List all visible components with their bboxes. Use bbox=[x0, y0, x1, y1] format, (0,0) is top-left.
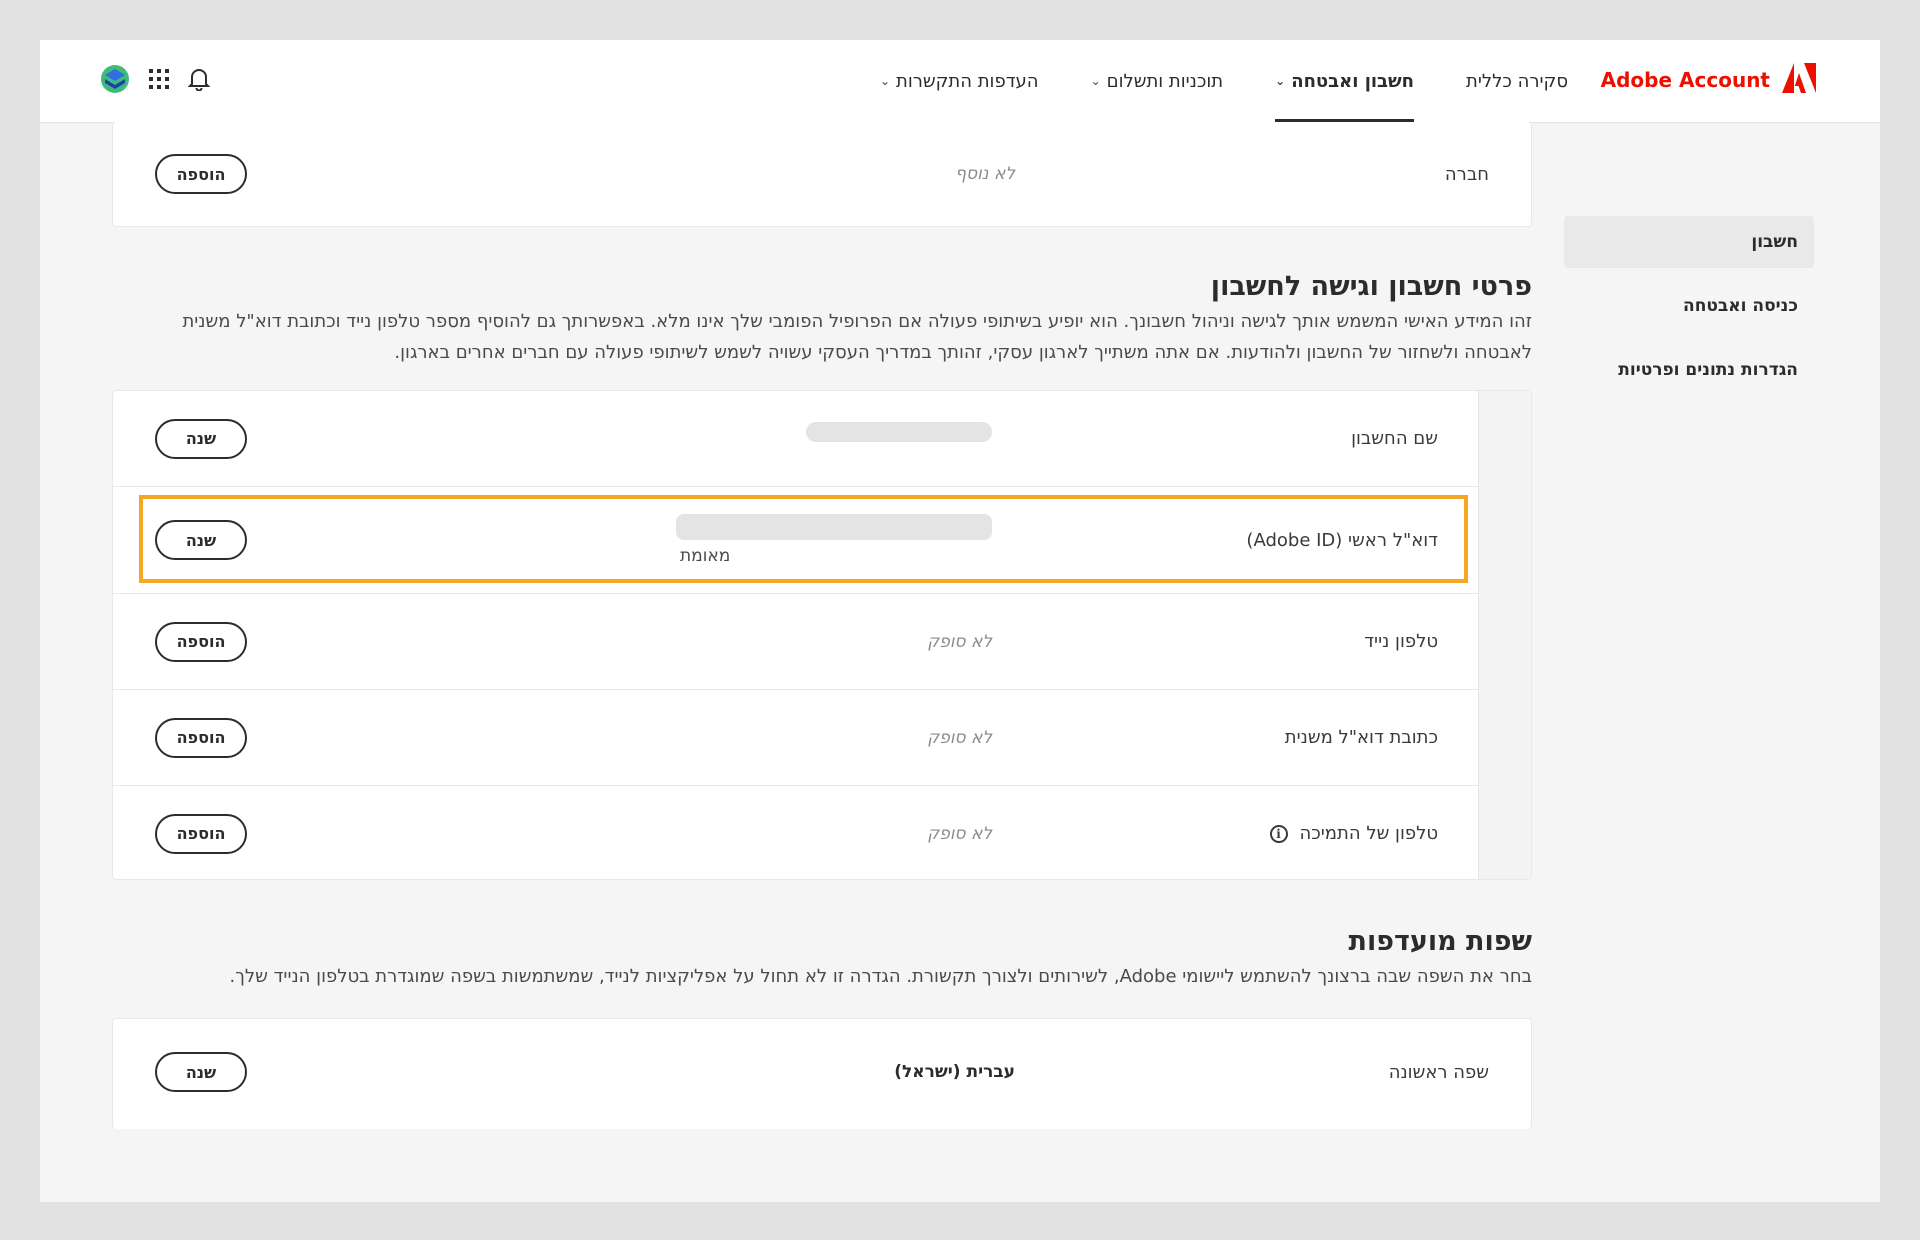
row-label: טלפון נייד bbox=[1364, 594, 1438, 689]
support-phone-row: טלפון של התמיכה i לא סופק הוספה bbox=[113, 786, 1480, 881]
row-value: לא סופק bbox=[927, 594, 992, 689]
header-icons bbox=[100, 64, 211, 98]
avatar[interactable] bbox=[100, 64, 130, 98]
account-name-row: שם החשבון שנה bbox=[113, 391, 1480, 487]
redacted-account-name bbox=[806, 421, 992, 442]
account-details-card: שם החשבון שנה דוא"ל ראשי (Adobe ID) מאומ… bbox=[112, 390, 1532, 880]
top-navigation-bar: Adobe Account סקירה כללית חשבון ואבטחה ⌄… bbox=[40, 40, 1880, 123]
change-language-button[interactable]: שנה bbox=[155, 1052, 247, 1092]
card-scroll-gutter bbox=[1478, 391, 1531, 879]
sidebar: חשבון כניסה ואבטחה הגדרות נתונים ופרטיות bbox=[1564, 216, 1814, 408]
sidebar-item-data-privacy[interactable]: הגדרות נתונים ופרטיות bbox=[1564, 344, 1814, 396]
language-card: שפה ראשונה עברית (ישראל) שנה bbox=[112, 1018, 1532, 1129]
adobe-logo-icon bbox=[1782, 63, 1816, 97]
adobe-account-logo[interactable]: Adobe Account bbox=[1600, 63, 1816, 97]
support-phone-value: לא סופק bbox=[927, 823, 992, 844]
change-email-button[interactable]: שנה bbox=[155, 520, 247, 560]
company-row: חברה לא נוסף הוספה bbox=[113, 122, 1531, 226]
section-description: זהו המידע האישי המשמש אותך לגישה וניהול … bbox=[182, 311, 1532, 363]
row-value bbox=[806, 391, 992, 486]
nav-label: סקירה כללית bbox=[1466, 70, 1568, 92]
row-value: לא סופק bbox=[927, 786, 992, 881]
secondary-email-label: כתובת דוא"ל משנית bbox=[1284, 727, 1438, 748]
account-section: פרטי חשבון וגישה לחשבון זהו המידע האישי … bbox=[112, 271, 1532, 368]
secondary-email-value: לא סופק bbox=[927, 727, 992, 748]
verified-status: מאומת bbox=[680, 546, 731, 566]
primary-language-value: עברית (ישראל) bbox=[894, 1062, 1015, 1082]
mobile-phone-row: טלפון נייד לא סופק הוספה bbox=[113, 594, 1480, 690]
account-name-label: שם החשבון bbox=[1351, 428, 1438, 449]
chevron-down-icon: ⌄ bbox=[1275, 74, 1286, 88]
brand-name: Adobe Account bbox=[1600, 68, 1770, 92]
primary-email-label: דוא"ל ראשי (Adobe ID) bbox=[1246, 529, 1438, 551]
secondary-email-row: כתובת דוא"ל משנית לא סופק הוספה bbox=[113, 690, 1480, 786]
chevron-down-icon: ⌄ bbox=[1090, 74, 1101, 88]
primary-language-label: שפה ראשונה bbox=[1388, 1061, 1489, 1083]
main-nav: סקירה כללית חשבון ואבטחה ⌄ תוכניות ותשלו… bbox=[880, 40, 1568, 122]
row-value: עברית (ישראל) bbox=[894, 1019, 1015, 1125]
nav-plans-payment[interactable]: תוכניות ותשלום ⌄ bbox=[1091, 40, 1224, 122]
company-card: חברה לא נוסף הוספה bbox=[112, 122, 1532, 227]
nav-label: תוכניות ותשלום bbox=[1106, 70, 1224, 92]
row-label: חברה bbox=[1445, 122, 1489, 226]
section-title: פרטי חשבון וגישה לחשבון bbox=[1210, 271, 1532, 302]
language-section: שפות מועדפות בחר את השפה שבה ברצונך להשת… bbox=[112, 926, 1533, 992]
info-icon[interactable]: i bbox=[1269, 824, 1288, 843]
company-value: לא נוסף bbox=[955, 164, 1015, 184]
sidebar-item-account[interactable]: חשבון bbox=[1564, 216, 1814, 268]
account-rows: שם החשבון שנה דוא"ל ראשי (Adobe ID) מאומ… bbox=[113, 391, 1480, 881]
sidebar-item-label: הגדרות נתונים ופרטיות bbox=[1618, 360, 1798, 380]
add-support-phone-button[interactable]: הוספה bbox=[155, 813, 247, 854]
sidebar-item-signin-security[interactable]: כניסה ואבטחה bbox=[1564, 280, 1814, 332]
add-secondary-email-button[interactable]: הוספה bbox=[155, 717, 247, 758]
nav-label: העדפות התקשרות bbox=[896, 70, 1039, 92]
add-company-button[interactable]: הוספה bbox=[155, 154, 247, 194]
nav-communication-prefs[interactable]: העדפות התקשרות ⌄ bbox=[880, 40, 1039, 122]
nav-account-security[interactable]: חשבון ואבטחה ⌄ bbox=[1275, 40, 1414, 122]
row-value: מאומת bbox=[676, 487, 992, 593]
row-label: שם החשבון bbox=[1351, 391, 1438, 486]
mobile-phone-label: טלפון נייד bbox=[1364, 631, 1438, 652]
row-value: לא נוסף bbox=[955, 122, 1015, 226]
section-title: שפות מועדפות bbox=[1348, 926, 1532, 957]
sidebar-item-label: כניסה ואבטחה bbox=[1683, 296, 1798, 316]
sidebar-item-label: חשבון bbox=[1751, 232, 1798, 252]
bell-icon[interactable] bbox=[187, 67, 211, 95]
row-label: כתובת דוא"ל משנית bbox=[1285, 690, 1438, 785]
redacted-email bbox=[676, 514, 992, 540]
row-label: טלפון של התמיכה i bbox=[1269, 786, 1439, 881]
row-label: שפה ראשונה bbox=[1389, 1019, 1489, 1125]
nav-label: חשבון ואבטחה bbox=[1291, 70, 1415, 92]
company-label: חברה bbox=[1444, 163, 1489, 185]
section-description: בחר את השפה שבה ברצונך להשתמש ליישומי Ad… bbox=[229, 966, 1533, 987]
primary-email-row: דוא"ל ראשי (Adobe ID) מאומת שנה bbox=[113, 487, 1480, 594]
row-label: דוא"ל ראשי (Adobe ID) bbox=[1246, 487, 1438, 593]
main-content: חברה לא נוסף הוספה פרטי חשבון וגישה לחשב… bbox=[112, 122, 1532, 1129]
nav-overview[interactable]: סקירה כללית bbox=[1466, 40, 1568, 122]
mobile-phone-value: לא סופק bbox=[927, 631, 992, 652]
app-frame: Adobe Account סקירה כללית חשבון ואבטחה ⌄… bbox=[40, 40, 1880, 1202]
chevron-down-icon: ⌄ bbox=[879, 74, 890, 88]
primary-language-row: שפה ראשונה עברית (ישראל) שנה bbox=[113, 1019, 1531, 1125]
add-mobile-phone-button[interactable]: הוספה bbox=[155, 621, 247, 662]
change-account-name-button[interactable]: שנה bbox=[155, 418, 247, 459]
row-value: לא סופק bbox=[927, 690, 992, 785]
support-phone-label: טלפון של התמיכה bbox=[1299, 823, 1439, 844]
apps-grid-icon[interactable] bbox=[148, 68, 170, 94]
